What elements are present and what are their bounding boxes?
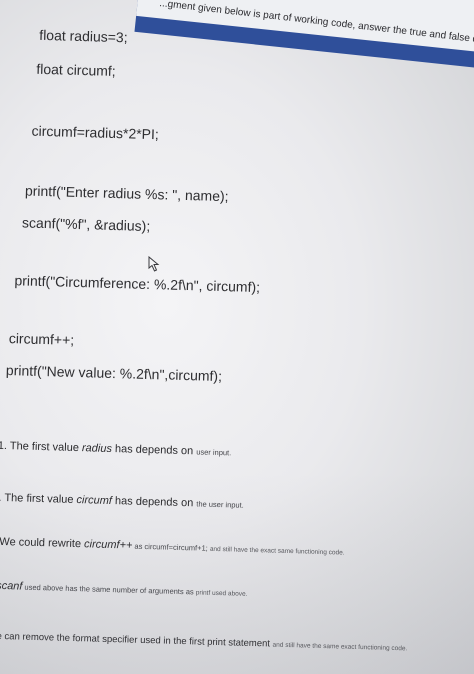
question-2-variable: circumf xyxy=(76,494,113,508)
question-4[interactable]: 4. scanf used above has the same number … xyxy=(0,579,248,598)
code-line-8: printf("New value: %.2f\n",circumf); xyxy=(5,362,223,385)
code-line-5: scanf("%f", &radius); xyxy=(21,214,151,234)
code-line-7: circumf++; xyxy=(8,330,75,348)
question-5-prefix: . We can remove the format specifier use… xyxy=(0,630,273,650)
question-5-end: and still have the same exact functionin… xyxy=(272,641,408,653)
question-3-end: and still have the exact same functionin… xyxy=(209,545,345,557)
question-1-suffix: has depends on xyxy=(111,443,197,458)
question-sheet: float radius=3; float circumf; circumf=r… xyxy=(0,0,474,674)
question-2-end: the user input. xyxy=(196,499,244,510)
question-1-variable: radius xyxy=(81,442,113,456)
question-3-expression: circumf++ xyxy=(83,538,133,552)
question-2[interactable]: 2. The first value circumf has depends o… xyxy=(0,492,244,511)
question-3[interactable]: 3. We could rewrite circumf++ as circumf… xyxy=(0,536,345,558)
question-2-prefix: 2. The first value xyxy=(0,491,77,507)
question-1-end: user input. xyxy=(196,447,232,458)
question-2-suffix: has depends on xyxy=(111,495,197,510)
code-line-1: float radius=3; xyxy=(39,26,128,46)
mouse-cursor-icon xyxy=(148,256,160,272)
question-4-function: scanf xyxy=(0,579,23,593)
question-4-middle: used above has the same number of argume… xyxy=(22,582,196,597)
question-3-middle: as circumf=circumf+1; xyxy=(132,541,211,553)
question-3-prefix: 3. We could rewrite xyxy=(0,535,82,551)
code-line-3: circumf=radius*2*PI; xyxy=(31,122,160,143)
question-1[interactable]: 1. The first value radius has depends on… xyxy=(0,440,231,459)
question-1-prefix: 1. The first value xyxy=(0,439,83,455)
question-4-end: printf used above. xyxy=(195,589,248,598)
photo-of-screen: ...gment given below is part of working … xyxy=(0,0,474,674)
code-line-2: float circumf; xyxy=(36,60,116,79)
question-5[interactable]: . We can remove the format specifier use… xyxy=(0,629,408,653)
code-line-4: printf("Enter radius %s: ", name); xyxy=(24,182,229,205)
code-line-6: printf("Circumference: %.2f\n", circumf)… xyxy=(14,272,261,296)
